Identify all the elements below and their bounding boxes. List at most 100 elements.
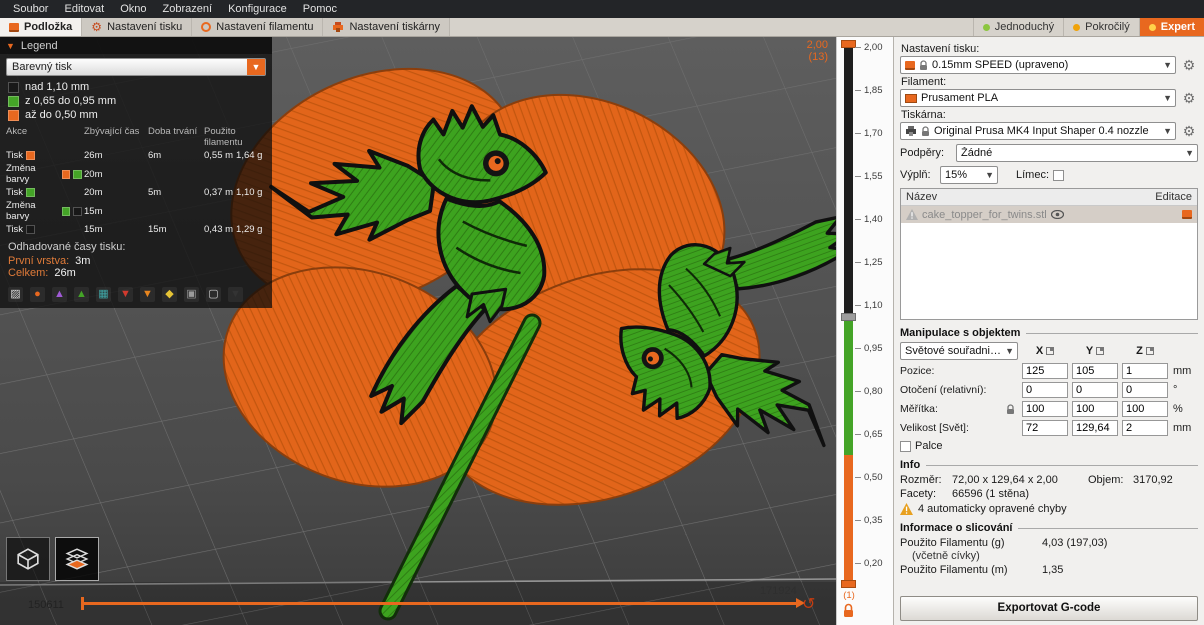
retractions-icon[interactable]: ▼ xyxy=(118,287,133,302)
infill-icon[interactable]: ▦ xyxy=(96,287,111,302)
printer-gear-icon[interactable]: ⚙ xyxy=(1180,122,1198,140)
color-change-handle[interactable] xyxy=(841,313,856,321)
view-type-select[interactable]: Barevný tisk ▼ xyxy=(6,58,266,76)
position-x-input[interactable] xyxy=(1022,363,1068,379)
menu-editovat[interactable]: Editovat xyxy=(57,0,111,18)
layer-slider-strip[interactable]: 2,00 1,85 1,70 1,55 1,40 1,25 1,10 0,95 … xyxy=(836,37,893,625)
filament-g-row: Použito Filamentu (g) 4,03 (197,03) xyxy=(900,537,1108,549)
infill-select[interactable]: 15% ▼ xyxy=(940,166,998,184)
menu-okno[interactable]: Okno xyxy=(113,0,153,18)
view-mode-toggles xyxy=(6,537,99,581)
scale-x-input[interactable] xyxy=(1022,401,1068,417)
tick: 0,65 xyxy=(855,429,883,440)
mode-advanced[interactable]: Pokročilý xyxy=(1063,18,1139,36)
filament-m-row: Použito Filamentu (m) 1,35 xyxy=(900,564,1064,576)
horizontal-move-slider[interactable] xyxy=(81,597,805,610)
rotation-y-input[interactable] xyxy=(1072,382,1118,398)
legend-header[interactable]: ▼ Legend xyxy=(0,37,272,54)
shells-icon[interactable]: ▨ xyxy=(8,287,23,302)
lower-layer-handle[interactable] xyxy=(841,580,856,588)
chevron-down-icon: ▼ xyxy=(1185,148,1194,158)
current-layer-label: 2,00 (13) xyxy=(807,39,828,63)
inches-label: Palce xyxy=(915,440,943,452)
seams-icon[interactable]: ▲ xyxy=(74,287,89,302)
print-settings-select[interactable]: 0.15mm SPEED (upraveno) ▼ xyxy=(900,56,1176,74)
scale-y-input[interactable] xyxy=(1072,401,1118,417)
mode-switcher: Jednoduchý Pokročilý Expert xyxy=(972,18,1204,36)
chevron-down-icon: ▼ xyxy=(1005,346,1014,356)
size-x-input[interactable] xyxy=(1022,420,1068,436)
orange-swatch-icon xyxy=(26,151,36,160)
coordinate-system-select[interactable]: Světové souřadnice ▼ xyxy=(900,342,1018,360)
tab-printer-settings-label: Nastavení tiskárny xyxy=(349,21,440,33)
pause-print-icon[interactable]: ◆ xyxy=(162,287,177,302)
remaining-cell: 15m xyxy=(84,205,103,217)
print-settings-value: 0.15mm SPEED (upraveno) xyxy=(932,59,1069,71)
color-print-icon[interactable]: ● xyxy=(30,287,45,302)
scale-z-input[interactable] xyxy=(1122,401,1168,417)
preview-view-button[interactable] xyxy=(55,537,99,581)
slider-start-handle[interactable] xyxy=(81,597,84,610)
infill-label: Výplň: xyxy=(900,169,931,181)
wireframe-icon[interactable]: ▢ xyxy=(206,287,221,302)
deretractions-icon[interactable]: ▼ xyxy=(140,287,155,302)
filament-select[interactable]: Prusament PLA ▼ xyxy=(900,89,1176,107)
print-settings-gear-icon[interactable]: ⚙ xyxy=(1180,56,1198,74)
brim-checkbox[interactable] xyxy=(1053,169,1065,181)
view-type-value: Barevný tisk xyxy=(12,61,72,73)
inches-checkbox[interactable] xyxy=(900,440,911,452)
object-list-header: Název Editace xyxy=(901,189,1197,206)
tab-filament-settings[interactable]: Nastavení filamentu xyxy=(192,18,324,36)
duration-cell: 5m xyxy=(148,187,162,198)
rotation-z-input[interactable] xyxy=(1122,382,1168,398)
mode-simple[interactable]: Jednoduchý xyxy=(972,18,1063,36)
tick: 1,25 xyxy=(855,257,883,268)
tool-marker-icon[interactable]: ▲ xyxy=(52,287,67,302)
estimated-times-title: Odhadované časy tisku: xyxy=(8,241,126,253)
uniform-scale-lock-icon[interactable] xyxy=(1006,403,1015,415)
menu-konfigurace[interactable]: Konfigurace xyxy=(221,0,294,18)
eye-icon[interactable] xyxy=(1050,210,1064,219)
export-gcode-button[interactable]: Exportovat G-code xyxy=(900,596,1198,621)
upper-layer-handle[interactable] xyxy=(841,40,856,48)
action-cell: Tisk xyxy=(6,150,82,161)
tab-filament-settings-label: Nastavení filamentu xyxy=(216,21,314,33)
filament-g-sub: (včetně cívky) xyxy=(912,550,980,562)
filament-gear-icon[interactable]: ⚙ xyxy=(1180,89,1198,107)
rotation-row: Otočení (relativní): ° xyxy=(900,382,1198,398)
gcode-preview-viewport[interactable]: 2,00 (13) ▼ Legend Barevný tisk ▼ nad 1,… xyxy=(0,37,836,625)
position-y-input[interactable] xyxy=(1072,363,1118,379)
menu-soubor[interactable]: Soubor xyxy=(6,0,55,18)
position-z-input[interactable] xyxy=(1122,363,1168,379)
tab-print-settings[interactable]: ⚙ Nastavení tisku xyxy=(82,18,193,36)
axis-icon xyxy=(1145,347,1154,355)
position-label: Pozice: xyxy=(900,365,935,377)
size-y-input[interactable] xyxy=(1072,420,1118,436)
layer-height-value: 2,00 xyxy=(806,39,828,51)
lock-icon[interactable] xyxy=(842,603,855,618)
black-swatch-icon xyxy=(73,206,82,216)
tab-plater[interactable]: Podložka xyxy=(0,18,83,36)
size-row: Velikost [Svět]: mm xyxy=(900,420,1198,436)
mode-expert[interactable]: Expert xyxy=(1138,18,1204,36)
tab-printer-settings[interactable]: Nastavení tiskárny xyxy=(323,18,450,36)
printer-select[interactable]: Original Prusa MK4 Input Shaper 0.4 nozz… xyxy=(900,122,1176,140)
printer-icon xyxy=(333,22,344,32)
tick: 0,35 xyxy=(855,515,883,526)
undo-icon[interactable]: ↺ xyxy=(802,597,815,613)
remaining-cell: 20m xyxy=(84,168,103,180)
editor-view-button[interactable] xyxy=(6,537,50,581)
size-z-input[interactable] xyxy=(1122,420,1168,436)
custom-gcode-icon[interactable]: ▣ xyxy=(184,287,199,302)
menu-pomoc[interactable]: Pomoc xyxy=(296,0,344,18)
menu-zobrazeni[interactable]: Zobrazení xyxy=(156,0,220,18)
green-swatch-icon xyxy=(73,169,82,179)
lock-icon xyxy=(920,59,927,70)
edit-object-icon[interactable] xyxy=(1182,210,1192,219)
travels-icon[interactable]: ▼ xyxy=(228,287,243,302)
unit-label: % xyxy=(1173,403,1183,415)
supports-select[interactable]: Žádné ▼ xyxy=(956,144,1198,162)
infill-value: 15% xyxy=(945,169,968,181)
object-row[interactable]: cake_topper_for_twins.stl xyxy=(901,206,1197,223)
rotation-x-input[interactable] xyxy=(1022,382,1068,398)
